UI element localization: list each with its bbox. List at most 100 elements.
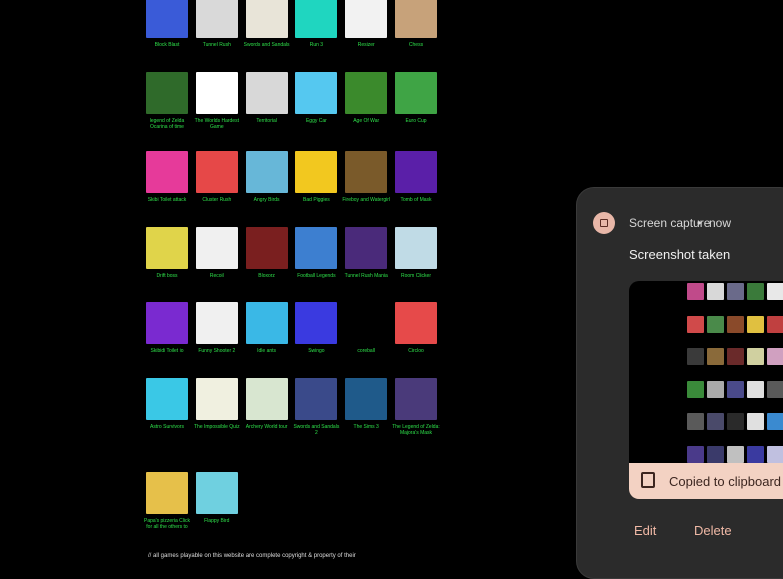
game-tile[interactable]: Block Blast	[140, 0, 194, 48]
game-title-link[interactable]: Swords and Sandals 2	[289, 424, 343, 436]
game-title-link[interactable]: The Legend of Zelda: Majora's Mask	[389, 424, 443, 436]
game-tile[interactable]: Swingo	[289, 302, 343, 354]
game-tile[interactable]: Papa's pizzeria Click for all the others…	[140, 472, 194, 530]
game-thumbnail[interactable]	[245, 378, 288, 420]
game-tile[interactable]: Tomb of Mask	[389, 151, 443, 203]
game-tile[interactable]: Euro Cup	[389, 72, 443, 124]
game-title-link[interactable]: Circloo	[389, 348, 443, 354]
game-tile[interactable]: Drift boss	[140, 227, 194, 279]
game-tile[interactable]: The Worlds Hardest Game	[190, 72, 244, 130]
game-thumbnail[interactable]	[195, 302, 238, 344]
game-thumbnail[interactable]	[146, 227, 188, 269]
game-tile[interactable]: Age Of War	[339, 72, 393, 124]
game-tile[interactable]: Funny Shooter 2	[190, 302, 244, 354]
game-tile[interactable]: legend of Zelda Ocarina of time	[140, 72, 194, 130]
game-thumbnail[interactable]	[295, 72, 338, 114]
game-title-link[interactable]: Flappy Bird	[190, 518, 244, 524]
game-title-link[interactable]: Papa's pizzeria Click for all the others…	[140, 518, 194, 530]
game-title-link[interactable]: Skibi Toilet attack	[140, 197, 194, 203]
game-title-link[interactable]: Recoil	[190, 273, 244, 279]
game-tile[interactable]: Territorial	[240, 72, 294, 124]
game-tile[interactable]: Football Legends	[289, 227, 343, 279]
game-title-link[interactable]: Block Blast	[140, 42, 194, 48]
game-thumbnail[interactable]	[345, 302, 388, 344]
game-title-link[interactable]: coreball	[339, 348, 393, 354]
game-title-link[interactable]: Tomb of Mask	[389, 197, 443, 203]
game-thumbnail[interactable]	[195, 72, 238, 114]
game-thumbnail[interactable]	[395, 378, 437, 420]
game-thumbnail[interactable]	[345, 0, 388, 38]
game-tile[interactable]: Run 3	[289, 0, 343, 48]
game-title-link[interactable]: Astro Survivors	[140, 424, 194, 430]
game-thumbnail[interactable]	[295, 0, 338, 38]
game-thumbnail[interactable]	[195, 227, 238, 269]
game-thumbnail[interactable]	[195, 151, 238, 193]
game-thumbnail[interactable]	[295, 151, 338, 193]
game-title-link[interactable]: Room Clicker	[389, 273, 443, 279]
game-title-link[interactable]: Archery World tour	[240, 424, 294, 430]
game-tile[interactable]: Skibidi Toilet io	[140, 302, 194, 354]
game-tile[interactable]: Chess	[389, 0, 443, 48]
game-tile[interactable]: Room Clicker	[389, 227, 443, 279]
game-tile[interactable]: Swords and Sandals 2	[289, 378, 343, 436]
game-title-link[interactable]: Cluster Rush	[190, 197, 244, 203]
game-thumbnail[interactable]	[295, 227, 338, 269]
game-tile[interactable]: Tunnel Rush Mania	[339, 227, 393, 279]
game-tile[interactable]: Swords and Sandals	[240, 0, 294, 48]
game-tile[interactable]: Astro Survivors	[140, 378, 194, 430]
game-tile[interactable]: The Impossible Quiz	[190, 378, 244, 430]
game-thumbnail[interactable]	[345, 378, 388, 420]
game-tile[interactable]: Cluster Rush	[190, 151, 244, 203]
game-title-link[interactable]: Fireboy and Watergirl	[339, 197, 393, 203]
game-thumbnail[interactable]	[395, 227, 437, 269]
game-title-link[interactable]: The Impossible Quiz	[190, 424, 244, 430]
game-title-link[interactable]: Territorial	[240, 118, 294, 124]
game-thumbnail[interactable]	[146, 472, 188, 514]
game-tile[interactable]: Fireboy and Watergirl	[339, 151, 393, 203]
game-title-link[interactable]: Skibidi Toilet io	[140, 348, 194, 354]
game-title-link[interactable]: Age Of War	[339, 118, 393, 124]
game-thumbnail[interactable]	[395, 151, 437, 193]
game-thumbnail[interactable]	[245, 0, 288, 38]
game-title-link[interactable]: Funny Shooter 2	[190, 348, 244, 354]
game-thumbnail[interactable]	[395, 0, 437, 38]
game-title-link[interactable]: Resizer	[339, 42, 393, 48]
game-title-link[interactable]: Bloxorz	[240, 273, 294, 279]
game-title-link[interactable]: Chess	[389, 42, 443, 48]
game-title-link[interactable]: Bad Piggies	[289, 197, 343, 203]
game-title-link[interactable]: The Sims 3	[339, 424, 393, 430]
game-thumbnail[interactable]	[195, 472, 238, 514]
game-thumbnail[interactable]	[345, 151, 388, 193]
game-tile[interactable]: Circloo	[389, 302, 443, 354]
game-thumbnail[interactable]	[345, 72, 388, 114]
game-thumbnail[interactable]	[395, 302, 437, 344]
game-thumbnail[interactable]	[395, 72, 437, 114]
game-tile[interactable]: Archery World tour	[240, 378, 294, 430]
delete-button[interactable]: Delete	[694, 523, 732, 538]
game-thumbnail[interactable]	[245, 151, 288, 193]
game-title-link[interactable]: Tunnel Rush	[190, 42, 244, 48]
game-title-link[interactable]: Euro Cup	[389, 118, 443, 124]
game-thumbnail[interactable]	[146, 151, 188, 193]
game-thumbnail[interactable]	[295, 378, 338, 420]
game-tile[interactable]: The Legend of Zelda: Majora's Mask	[389, 378, 443, 436]
game-tile[interactable]: Bloxorz	[240, 227, 294, 279]
game-title-link[interactable]: legend of Zelda Ocarina of time	[140, 118, 194, 130]
game-title-link[interactable]: Swingo	[289, 348, 343, 354]
game-title-link[interactable]: Idle ants	[240, 348, 294, 354]
game-thumbnail[interactable]	[295, 302, 338, 344]
game-thumbnail[interactable]	[245, 227, 288, 269]
game-title-link[interactable]: Drift boss	[140, 273, 194, 279]
game-title-link[interactable]: Angry Birds	[240, 197, 294, 203]
game-thumbnail[interactable]	[245, 72, 288, 114]
game-tile[interactable]: Resizer	[339, 0, 393, 48]
game-thumbnail[interactable]	[146, 302, 188, 344]
game-tile[interactable]: coreball	[339, 302, 393, 354]
game-tile[interactable]: Tunnel Rush	[190, 0, 244, 48]
game-tile[interactable]: Idle ants	[240, 302, 294, 354]
edit-button[interactable]: Edit	[634, 523, 656, 538]
game-tile[interactable]: Eggy Car	[289, 72, 343, 124]
game-tile[interactable]: Bad Piggies	[289, 151, 343, 203]
game-tile[interactable]: Flappy Bird	[190, 472, 244, 524]
game-title-link[interactable]: Run 3	[289, 42, 343, 48]
